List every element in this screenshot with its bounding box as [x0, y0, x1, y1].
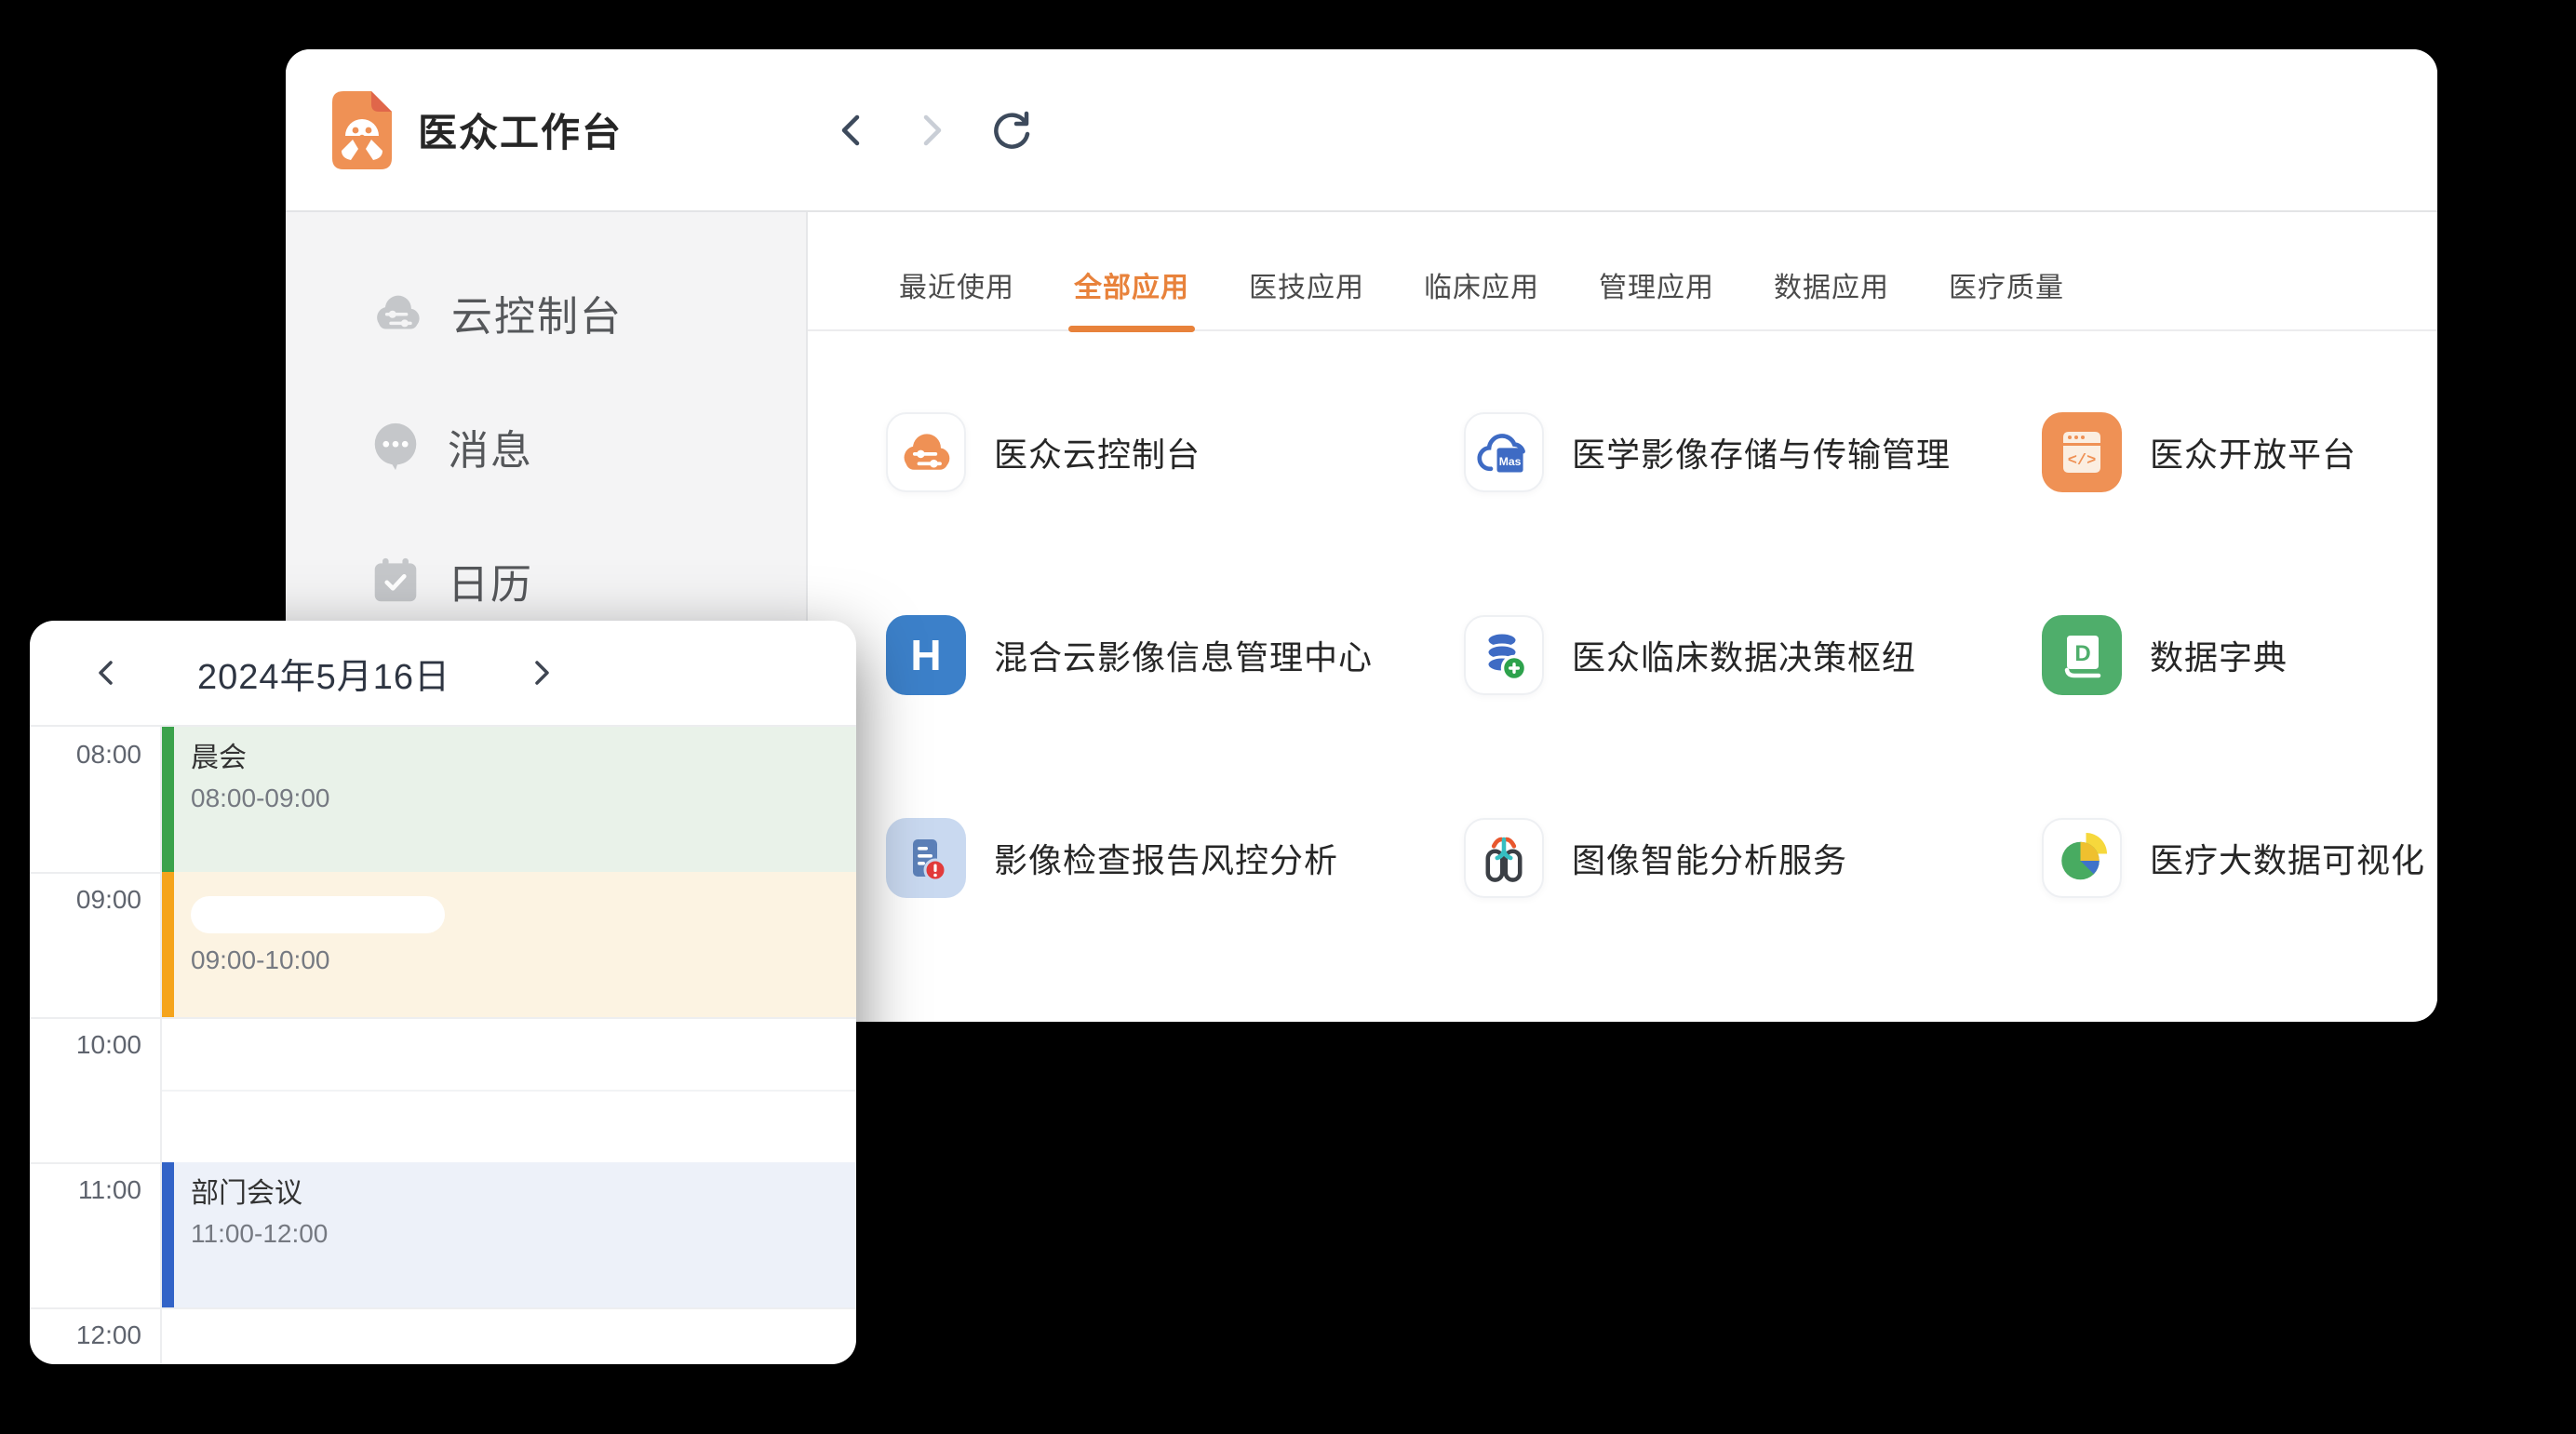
app-tile — [886, 412, 966, 492]
app-report-risk-analysis[interactable]: 影像检查报告风控分析 — [886, 817, 1464, 899]
calendar-body: 08:00 09:00 10:00 11:00 12:00 晨会 08:00-0… — [30, 727, 856, 1364]
app-tile — [1464, 818, 1544, 898]
app-label: 数据字典 — [2150, 631, 2288, 679]
half-hour-gridline — [162, 1090, 856, 1092]
sidebar-item-label: 消息 — [448, 417, 533, 476]
time-label: 10:00 — [30, 1030, 141, 1060]
sidebar-item-label: 云控制台 — [451, 283, 623, 342]
active-tab-underline — [1068, 326, 1195, 332]
app-label: 医众临床数据决策枢纽 — [1572, 631, 1916, 679]
time-label: 09:00 — [30, 885, 141, 915]
tab-bar: 最近使用 全部应用 医技应用 临床应用 管理应用 数据应用 医疗质量 — [808, 212, 2437, 331]
app-image-ai-analysis[interactable]: 图像智能分析服务 — [1464, 817, 2042, 899]
content-area: 最近使用 全部应用 医技应用 临床应用 管理应用 数据应用 医疗质量 — [808, 212, 2437, 1020]
time-label: 08:00 — [30, 740, 141, 770]
event-title: 晨会 — [191, 738, 856, 779]
app-tile — [886, 818, 966, 898]
app-logo-icon — [332, 91, 392, 169]
messages-icon — [371, 422, 420, 472]
app-label: 混合云影像信息管理中心 — [994, 631, 1373, 679]
app-medical-image-storage[interactable]: Mas 医学影像存储与传输管理 — [1464, 411, 2042, 493]
dictionary-book-icon: D — [2058, 630, 2106, 680]
code-window-icon: </> — [2058, 428, 2106, 476]
app-cloud-console[interactable]: 医众云控制台 — [886, 411, 1464, 493]
app-tile: Mas — [1464, 412, 1544, 492]
app-label: 图像智能分析服务 — [1572, 834, 1847, 882]
chevron-right-icon — [913, 110, 950, 151]
app-tile — [2042, 818, 2122, 898]
tab-recently-used[interactable]: 最近使用 — [899, 264, 1014, 305]
svg-text:D: D — [2074, 641, 2090, 666]
calendar-next-button[interactable] — [519, 650, 564, 695]
app-open-platform[interactable]: </> 医众开放平台 — [2042, 411, 2437, 493]
nav-controls — [829, 108, 1034, 153]
app-label: 影像检查报告风控分析 — [994, 834, 1338, 882]
sidebar-item-label: 日历 — [448, 551, 533, 610]
calendar-date-label: 2024年5月16日 — [128, 648, 519, 699]
event-time: 08:00-09:00 — [191, 779, 856, 818]
event-time: 09:00-10:00 — [191, 941, 856, 980]
sidebar-item-messages[interactable]: 消息 — [286, 380, 806, 514]
app-label: 医众开放平台 — [2150, 428, 2356, 476]
svg-text:</>: </> — [2068, 452, 2097, 470]
event-time: 11:00-12:00 — [191, 1214, 856, 1253]
tab-all-apps[interactable]: 全部应用 — [1074, 264, 1189, 305]
app-tile: D — [2042, 615, 2122, 695]
app-hybrid-cloud-imaging[interactable]: H 混合云影像信息管理中心 — [886, 614, 1464, 696]
report-alert-icon — [900, 832, 952, 884]
app-tile — [1464, 615, 1544, 695]
time-label: 12:00 — [30, 1320, 141, 1350]
calendar-event-redacted[interactable]: 09:00-10:00 — [162, 872, 856, 1017]
cloud-mas-icon: Mas — [1476, 425, 1532, 479]
refresh-button[interactable] — [989, 108, 1034, 153]
event-title: 部门会议 — [191, 1173, 856, 1214]
calendar-event-department-meeting[interactable]: 部门会议 11:00-12:00 — [162, 1162, 856, 1307]
app-tile: H — [886, 615, 966, 695]
calendar-header: 2024年5月16日 — [30, 621, 856, 727]
calendar-prev-button[interactable] — [84, 650, 128, 695]
hour-gridline — [30, 1017, 856, 1019]
chevron-left-icon — [833, 110, 870, 151]
back-button[interactable] — [829, 108, 874, 153]
tab-admin-apps[interactable]: 管理应用 — [1599, 264, 1714, 305]
sidebar-item-cloud-console[interactable]: 云控制台 — [286, 246, 806, 380]
app-tile: </> — [2042, 412, 2122, 492]
letter-h-icon: H — [910, 630, 941, 680]
forward-button[interactable] — [909, 108, 954, 153]
tab-medtech-apps[interactable]: 医技应用 — [1249, 264, 1364, 305]
svg-text:Mas: Mas — [1499, 455, 1522, 468]
app-label: 医众云控制台 — [994, 428, 1201, 476]
calendar-panel: 2024年5月16日 08:00 09:00 10:00 11:00 12:00… — [30, 621, 856, 1364]
time-label: 11:00 — [30, 1175, 141, 1205]
desktop-background: 医众工作台 — [0, 0, 2576, 1434]
calendar-icon — [371, 556, 420, 605]
app-clinical-data-hub[interactable]: 医众临床数据决策枢纽 — [1464, 614, 2042, 696]
app-label: 医疗大数据可视化 — [2150, 834, 2425, 882]
database-plus-icon — [1478, 628, 1530, 682]
window-header: 医众工作台 — [286, 49, 2437, 212]
chevron-left-icon — [92, 657, 120, 689]
chevron-right-icon — [528, 657, 556, 689]
redacted-event-title — [191, 896, 445, 933]
calendar-event-morning-meeting[interactable]: 晨会 08:00-09:00 — [162, 727, 856, 872]
tab-quality[interactable]: 医疗质量 — [1949, 264, 2064, 305]
tab-clinical-apps[interactable]: 临床应用 — [1424, 264, 1539, 305]
tab-data-apps[interactable]: 数据应用 — [1774, 264, 1889, 305]
cloud-console-icon — [371, 291, 423, 334]
app-big-data-visualization[interactable]: 医疗大数据可视化 — [2042, 817, 2437, 899]
pie-chart-icon — [2054, 830, 2110, 886]
refresh-icon — [989, 108, 1034, 153]
cloud-settings-icon — [898, 429, 954, 476]
app-grid: 医众云控制台 Mas 医学影像存储与传输管理 — [808, 331, 2437, 1020]
hour-gridline — [30, 1307, 856, 1309]
app-data-dictionary[interactable]: D 数据字典 — [2042, 614, 2437, 696]
app-label: 医学影像存储与传输管理 — [1572, 428, 1951, 476]
lungs-icon — [1477, 831, 1531, 885]
app-title: 医众工作台 — [418, 101, 623, 158]
